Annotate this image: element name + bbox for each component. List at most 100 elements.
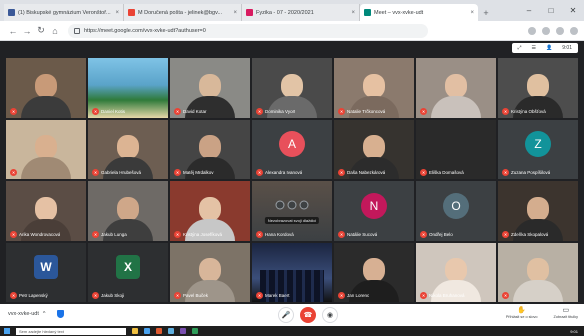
participant-tile[interactable]: ✕ Marek Baert — [252, 242, 332, 302]
hang-up-icon: ☎ — [303, 312, 313, 319]
participant-tile[interactable]: ✕ Pavel Buček — [170, 242, 250, 302]
participant-name-label: ✕ Jakub Skoji — [92, 292, 124, 299]
mic-muted-icon: ✕ — [174, 169, 181, 176]
meeting-details[interactable]: vvx-xvke-udt ^ — [8, 310, 65, 318]
participant-tile[interactable]: W ✕ Petr Lapenský — [6, 242, 86, 302]
participant-tile[interactable]: ✕ Arika Wondrovacová — [6, 181, 86, 241]
mic-muted-icon: ✕ — [256, 230, 263, 238]
start-icon[interactable] — [4, 328, 10, 334]
participant-name-label: ✕ Eliška Domašová — [420, 169, 464, 176]
participant-name: Pavel Buček — [183, 293, 209, 298]
participant-video — [21, 73, 71, 118]
taskbar-app-icon[interactable] — [192, 328, 198, 334]
people-icon[interactable]: 👤 — [546, 45, 552, 51]
forward-icon[interactable]: → — [20, 26, 34, 36]
participant-tile-background[interactable]: ✕ Daniel Kotis — [88, 58, 168, 118]
participant-tile[interactable]: ✕ Gabriela Hrubešová — [88, 119, 168, 179]
more-options-icon[interactable] — [299, 200, 309, 210]
participant-tile[interactable]: Nezobrazovat svoji dlaždici ✕ Hana Kordová — [252, 181, 332, 241]
tab-favicon-icon — [364, 9, 371, 16]
new-tab-button[interactable]: + — [478, 4, 494, 21]
mic-muted-icon: ✕ — [256, 107, 263, 115]
participant-tile[interactable]: ✕ Jan Lorenc — [334, 242, 414, 302]
minimize-button[interactable]: – — [518, 6, 540, 15]
participant-tile[interactable]: ✕ Daša Nabezkárová — [334, 119, 414, 179]
participant-tile[interactable]: O ✕ Ondřej Belo — [416, 181, 496, 241]
participant-tile[interactable]: ✕ Nikola Bruhanová — [416, 242, 496, 302]
mic-muted-icon: ✕ — [338, 169, 345, 176]
raise-hand-button[interactable]: ✋ Přihlásit se o slovo — [506, 306, 538, 319]
captions-label: Zobrazit titulky — [553, 315, 578, 319]
browser-tab-strip: (1) Biskupské gymnázium Veronštoř... × M D… — [0, 0, 584, 21]
participant-tile[interactable]: ✕ Kristýna Josefíková — [170, 181, 250, 241]
tab-title: M Doručená pošta - jelinek@bgv... — [138, 9, 223, 16]
participant-name: Alexandra Ivanová — [265, 170, 303, 175]
browser-tab[interactable]: M Doručená pošta - jelinek@bgv... × — [124, 4, 242, 21]
mic-muted-icon: ✕ — [92, 169, 99, 176]
participant-tile[interactable]: ✕ Eliška Domašová — [416, 119, 496, 179]
participant-tile[interactable]: N ✕ Natálie Sucová — [334, 181, 414, 241]
extension-icon[interactable] — [528, 26, 536, 35]
extension-icon[interactable] — [542, 26, 550, 35]
participant-tile[interactable]: ✕ Jakub Lunga — [88, 181, 168, 241]
mute-participant-icon[interactable] — [287, 200, 297, 210]
tab-close-icon[interactable]: × — [351, 10, 355, 16]
participant-tile[interactable]: ✕ Matěj Mrdalkov — [170, 119, 250, 179]
tab-favicon-icon — [8, 9, 15, 16]
call-controls: 🎤 ☎ ◉ — [278, 307, 338, 323]
participant-tile[interactable]: ✕ — [6, 119, 86, 179]
taskbar-app-icon[interactable] — [180, 328, 186, 334]
participant-name-label: ✕ Kristýna Josefíková — [174, 230, 222, 238]
participant-tile[interactable]: ✕ — [6, 58, 86, 118]
tab-close-icon[interactable]: × — [233, 10, 237, 16]
fullscreen-icon[interactable]: ⤢ — [518, 45, 522, 51]
camera-button[interactable]: ◉ — [322, 307, 338, 323]
taskbar-app-icon[interactable] — [156, 328, 162, 334]
profile-icon[interactable] — [570, 26, 578, 35]
participant-name: Kristýna Obšťová — [511, 108, 546, 114]
home-icon[interactable]: ⌂ — [48, 26, 62, 36]
pin-icon[interactable] — [275, 200, 285, 210]
back-icon[interactable]: ← — [6, 26, 20, 36]
participant-name: Natálie Sucová — [347, 231, 378, 237]
participant-tile[interactable]: ✕ Dominika Vyort — [252, 58, 332, 118]
captions-button[interactable]: ▭ Zobrazit titulky — [554, 306, 578, 319]
participant-avatar: O — [443, 192, 469, 219]
participant-name: Arika Wondrovacová — [19, 231, 61, 237]
participant-name-label: ✕ Natalie Trčkoncová — [338, 107, 385, 115]
participant-name-label: ✕ Hana Kordová — [256, 230, 294, 238]
browser-tab[interactable]: Fyzika - 07 - 2020/2021 × — [242, 4, 360, 21]
extension-icon[interactable] — [556, 26, 564, 35]
reload-icon[interactable]: ↻ — [34, 25, 48, 36]
browser-tab[interactable]: Meet – vvx-xvke-udt × — [360, 4, 478, 21]
tab-title: Fyzika - 07 - 2020/2021 — [256, 9, 314, 16]
participant-tile[interactable]: ✕ Zdeňka Skopalová — [498, 181, 578, 241]
tab-title: (1) Biskupské gymnázium Veronštoř... — [18, 9, 111, 16]
mic-muted-icon: ✕ — [92, 230, 99, 238]
participant-tile[interactable]: ✕ — [498, 242, 578, 302]
mic-muted-icon: ✕ — [420, 292, 427, 299]
leave-call-button[interactable]: ☎ — [300, 307, 316, 323]
tab-close-icon[interactable]: × — [470, 10, 474, 16]
browser-tab[interactable]: (1) Biskupské gymnázium Veronštoř... × — [4, 4, 124, 21]
participant-tile[interactable]: ✕ David Kotar — [170, 58, 250, 118]
participant-tile[interactable]: X ✕ Jakub Skoji — [88, 242, 168, 302]
microphone-button[interactable]: 🎤 — [278, 307, 294, 323]
taskbar-app-icon[interactable] — [168, 328, 174, 334]
participant-tile[interactable]: Z ✕ Zuzana Pospíšilová — [498, 119, 578, 179]
taskbar-app-icon[interactable] — [144, 328, 150, 334]
participant-name-label: ✕ Matěj Mrdalkov — [174, 169, 214, 176]
participant-tile[interactable]: ✕ Natalie Trčkoncová — [334, 58, 414, 118]
participant-tile[interactable]: ✕ Kristýna Obšťová — [498, 58, 578, 118]
address-bar[interactable]: https://meet.google.com/vvx-xvke-udt?aut… — [68, 23, 428, 38]
participant-name-label: ✕ — [502, 292, 511, 299]
taskbar-search[interactable]: Sem zadejte hledaný text — [16, 327, 126, 335]
chat-icon[interactable]: ☰ — [532, 45, 536, 51]
close-window-button[interactable]: ✕ — [562, 6, 584, 15]
participant-tile[interactable]: A ✕ Alexandra Ivanová — [252, 119, 332, 179]
maximize-button[interactable]: □ — [540, 6, 562, 15]
shield-icon[interactable] — [57, 310, 65, 318]
tab-close-icon[interactable]: × — [115, 10, 119, 16]
participant-tile[interactable]: ✕ — [416, 58, 496, 118]
taskbar-app-icon[interactable] — [132, 328, 138, 334]
